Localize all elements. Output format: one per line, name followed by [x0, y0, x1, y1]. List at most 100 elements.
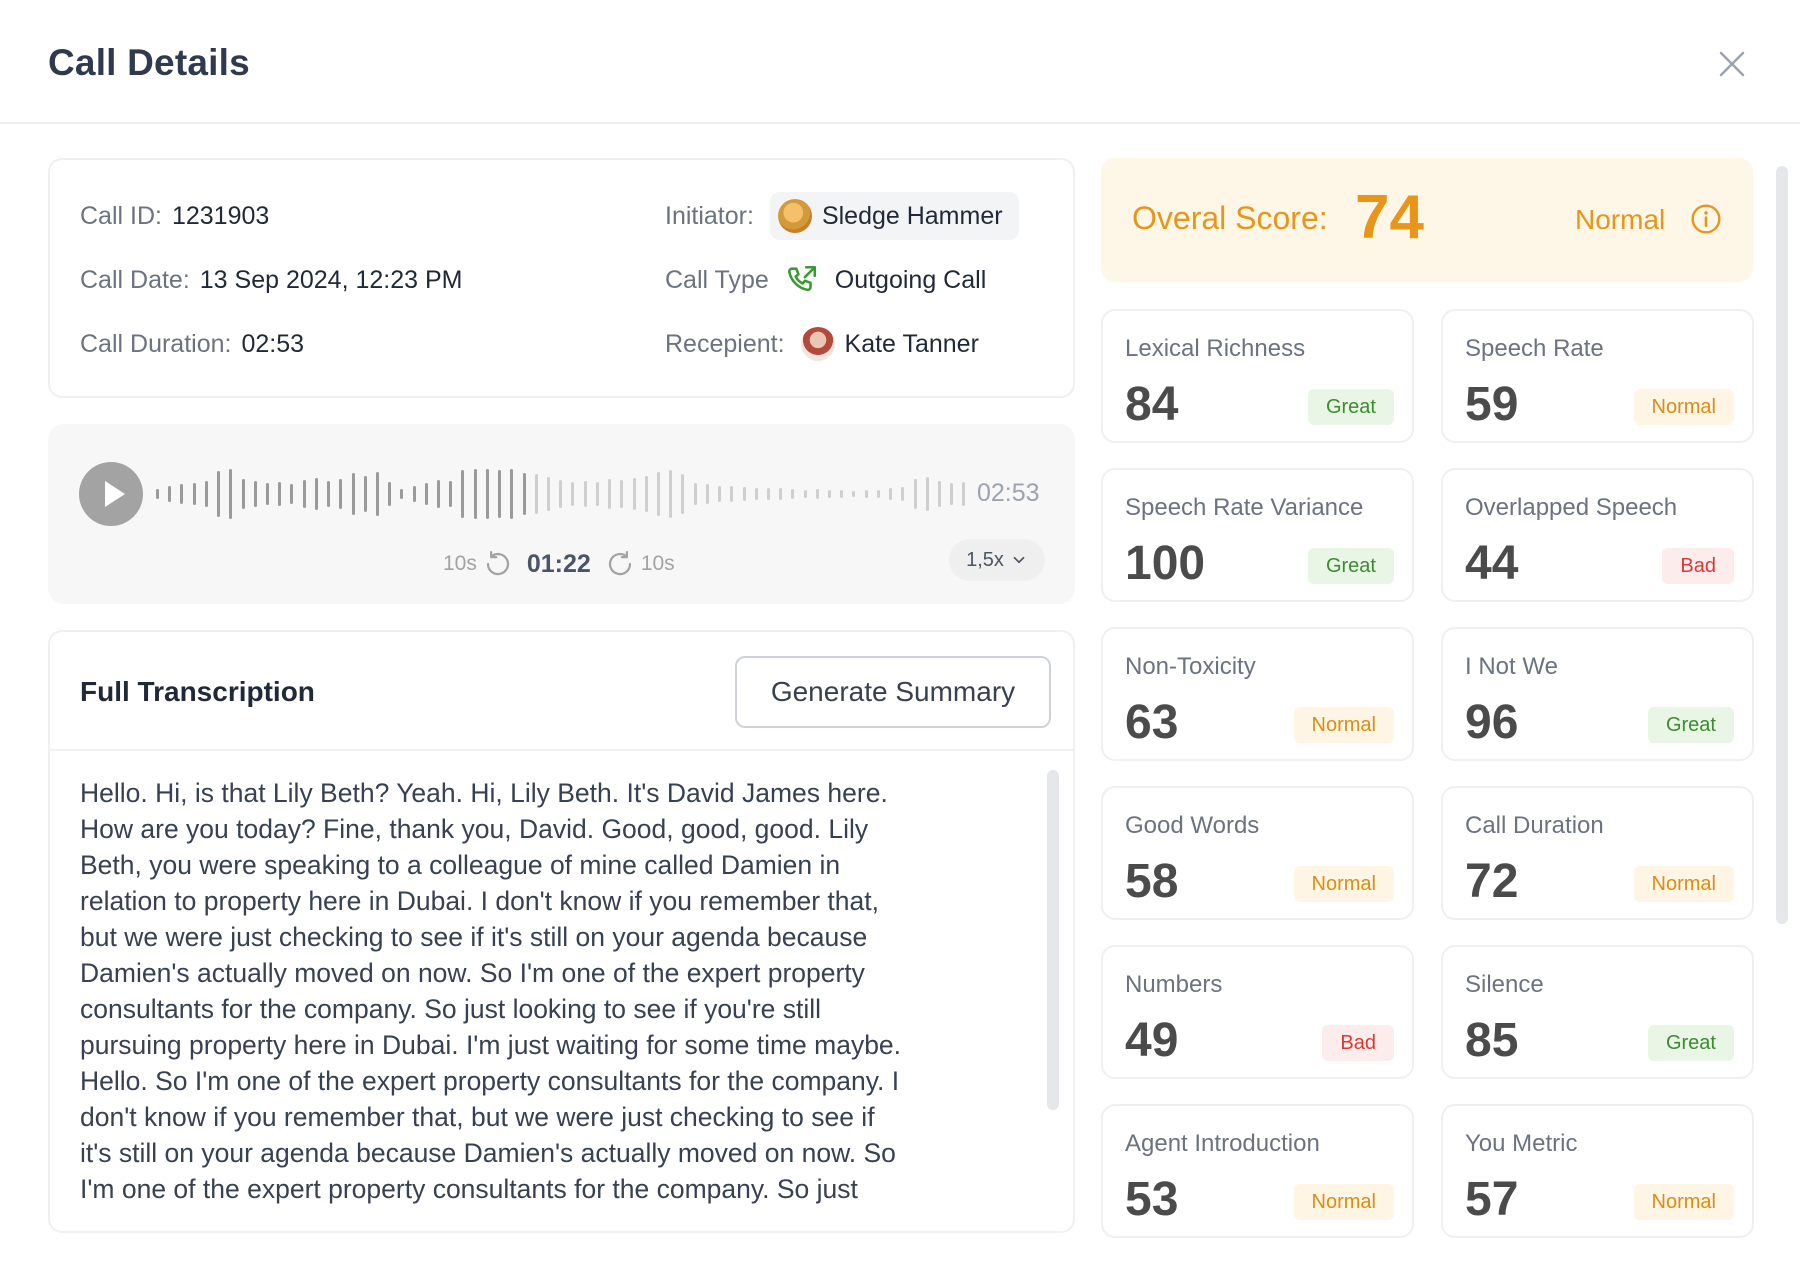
call-id-row: Call ID: 1231903: [80, 196, 269, 236]
overall-score-status: Normal: [1575, 204, 1666, 235]
call-duration-value: 02:53: [241, 329, 305, 358]
status-badge: Normal: [1633, 1184, 1734, 1220]
waveform-bar: [889, 488, 893, 500]
metric-name: Lexical Richness: [1125, 335, 1306, 362]
call-id-label: Call ID:: [80, 201, 162, 230]
transcription-line: relation to property here in Dubai. I do…: [80, 886, 879, 916]
metric-card[interactable]: Non-Toxicity 63 Normal: [1101, 627, 1414, 761]
metric-card[interactable]: Lexical Richness 84 Great: [1101, 309, 1414, 443]
waveform-bar: [522, 473, 526, 515]
waveform-bar: [644, 476, 648, 512]
waveform-bar: [779, 488, 783, 500]
metric-card[interactable]: Numbers 49 Bad: [1101, 945, 1414, 1079]
audio-player: 02:53 10s 01:22 10s 1,5x: [48, 424, 1075, 604]
initiator-name: Sledge Hammer: [821, 201, 1003, 230]
waveform-bar: [534, 474, 538, 514]
metric-card[interactable]: Overlapped Speech 44 Bad: [1441, 468, 1754, 602]
waveform-bar: [265, 483, 269, 505]
metric-value: 96: [1465, 696, 1519, 749]
status-badge: Normal: [1633, 389, 1734, 425]
waveform-bar: [314, 478, 318, 510]
playback-controls: 10s 01:22 10s: [443, 544, 675, 584]
modal-header: Call Details: [0, 0, 1800, 124]
transcription-line: Beth, you were speaking to a colleague o…: [80, 850, 841, 880]
metric-card[interactable]: Call Duration 72 Normal: [1441, 786, 1754, 920]
metric-name: Good Words: [1125, 812, 1260, 839]
overall-score-card: Overal Score: 74 Normal: [1101, 158, 1753, 282]
waveform-bar: [192, 483, 196, 505]
waveform-bar: [217, 471, 221, 517]
call-date-label: Call Date:: [80, 265, 190, 294]
panel-scrollbar[interactable]: [1776, 166, 1788, 924]
transcription-line: Damien's actually moved on now. So I'm o…: [80, 958, 865, 988]
page-title: Call Details: [48, 42, 250, 83]
metric-card[interactable]: I Not We 96 Great: [1441, 627, 1754, 761]
avatar: [777, 199, 812, 233]
overall-score-value: 74: [1355, 183, 1424, 252]
status-badge: Bad: [1322, 1025, 1394, 1061]
status-badge: Great: [1307, 548, 1394, 584]
waveform-bar: [669, 470, 673, 518]
waveform-bar: [925, 477, 929, 511]
waveform[interactable]: [156, 464, 966, 524]
status-badge: Great: [1647, 1025, 1734, 1061]
waveform-bar: [681, 474, 685, 514]
avatar: [800, 327, 835, 361]
waveform-bar: [864, 490, 868, 498]
info-icon[interactable]: [1690, 203, 1722, 235]
waveform-bar: [375, 472, 379, 516]
transcription-title: Full Transcription: [80, 676, 315, 707]
waveform-bar: [547, 477, 550, 511]
rewind-icon[interactable]: [483, 549, 513, 579]
waveform-bar: [840, 490, 844, 498]
waveform-bar: [632, 478, 636, 510]
waveform-bar: [595, 482, 599, 506]
call-type-value: Outgoing Call: [834, 265, 987, 294]
skip-forward-label: 10s: [640, 552, 675, 575]
waveform-bar: [424, 483, 428, 505]
metric-card[interactable]: You Metric 57 Normal: [1441, 1104, 1754, 1238]
waveform-bar: [742, 487, 746, 501]
call-date-value: 13 Sep 2024, 12:23 PM: [199, 265, 463, 294]
recipient-name: Kate Tanner: [844, 329, 979, 358]
chevron-down-icon: [1013, 556, 1025, 564]
initiator-chip[interactable]: Sledge Hammer: [769, 192, 1019, 240]
waveform-bar: [766, 488, 770, 500]
waveform-bar: [412, 486, 416, 502]
waveform-bar: [510, 469, 514, 519]
metric-card[interactable]: Agent Introduction 53 Normal: [1101, 1104, 1414, 1238]
generate-summary-button[interactable]: Generate Summary: [735, 656, 1051, 728]
waveform-bar: [253, 481, 257, 507]
initiator-label: Initiator:: [665, 201, 754, 230]
total-time: 02:53: [977, 479, 1040, 507]
play-button[interactable]: [79, 462, 143, 526]
waveform-bar: [754, 488, 758, 500]
waveform-bar: [461, 470, 465, 518]
transcription-scrollbar[interactable]: [1047, 770, 1059, 1110]
speed-select[interactable]: 1,5x: [949, 539, 1045, 581]
metric-name: Overlapped Speech: [1465, 494, 1678, 521]
waveform-bar: [828, 490, 832, 498]
call-info-card: Call ID: 1231903 Call Date: 13 Sep 2024,…: [48, 158, 1075, 398]
transcription-line: pursuing property here in Dubai. I'm jus…: [80, 1030, 902, 1060]
metric-card[interactable]: Good Words 58 Normal: [1101, 786, 1414, 920]
metric-card[interactable]: Speech Rate 59 Normal: [1441, 309, 1754, 443]
call-duration-row: Call Duration: 02:53: [80, 324, 304, 364]
waveform-bar: [168, 486, 172, 502]
waveform-bar: [938, 481, 941, 507]
forward-icon[interactable]: [605, 549, 635, 579]
metric-value: 57: [1465, 1173, 1519, 1226]
waveform-bar: [962, 482, 966, 506]
close-icon[interactable]: [1712, 44, 1752, 84]
recipient-label: Recepient:: [665, 329, 785, 358]
metric-card[interactable]: Silence 85 Great: [1441, 945, 1754, 1079]
waveform-bar: [705, 484, 709, 504]
waveform-bar: [498, 470, 502, 518]
metric-card[interactable]: Speech Rate Variance 100 Great: [1101, 468, 1414, 602]
status-badge: Normal: [1293, 1184, 1394, 1220]
waveform-bar: [180, 484, 184, 504]
waveform-bar: [876, 490, 880, 498]
waveform-bar: [388, 482, 392, 506]
waveform-bar: [339, 479, 343, 509]
metric-name: Call Duration: [1465, 812, 1604, 839]
